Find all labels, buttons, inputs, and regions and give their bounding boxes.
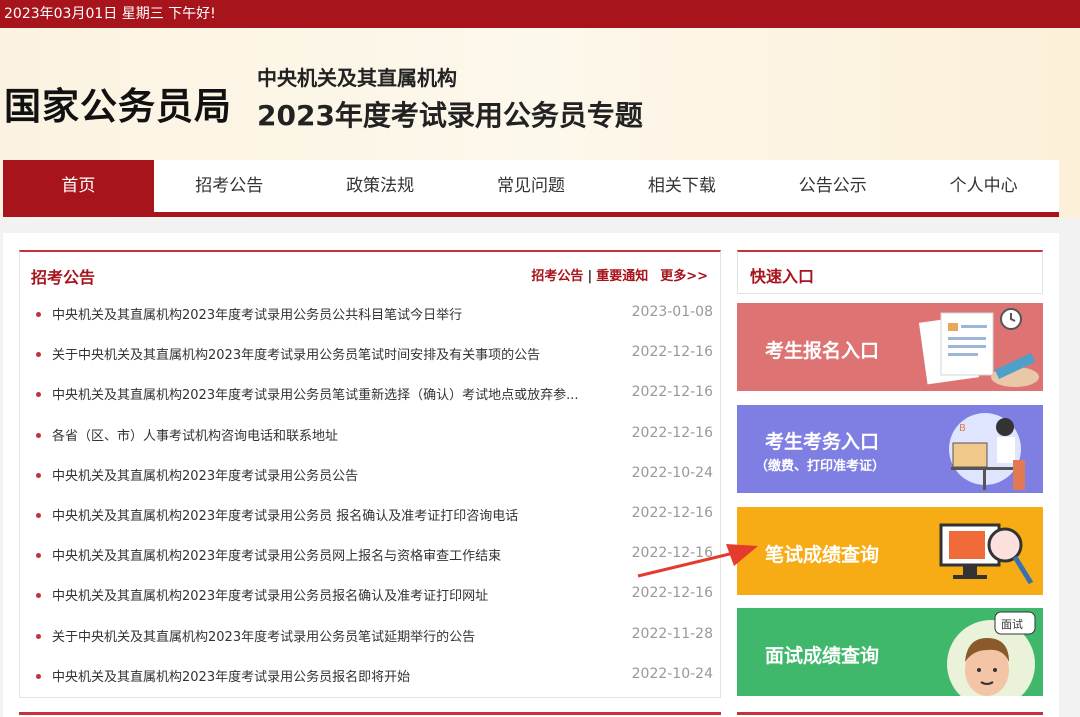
panel-title: 招考公告: [31, 268, 96, 287]
more-link[interactable]: 更多>>: [660, 269, 708, 284]
news-title[interactable]: 关于中央机关及其直属机构2023年度考试录用公务员笔试时间安排及有关事项的公告: [52, 344, 612, 363]
bullet-icon: [36, 352, 41, 358]
red-arrow-icon: [637, 544, 758, 578]
panel-links: 招考公告 | 重要通知 更多>>: [531, 265, 708, 284]
link-separator: |: [587, 269, 593, 284]
panel-bottom-border: [19, 712, 721, 715]
document-illustration-icon: [918, 308, 1039, 387]
news-title[interactable]: 中央机关及其直属机构2023年度考试录用公务员网上报名与资格审查工作结束: [52, 545, 612, 564]
news-date: 2022-10-24: [631, 464, 713, 481]
list-item: 中央机关及其直属机构2023年度考试录用公务员公告 2022-10-24: [33, 465, 713, 505]
bullet-icon: [36, 312, 41, 317]
news-date: 2022-12-16: [631, 384, 713, 401]
card-label: 考生报名入口: [765, 340, 880, 362]
card-label: 面试成绩查询: [765, 645, 880, 667]
interview-badge-text: 面试: [1001, 618, 1023, 631]
list-item: 中央机关及其直属机构2023年度考试录用公务员报名即将开始 2022-10-24: [33, 666, 713, 706]
news-date: 2022-12-16: [631, 504, 713, 521]
written-score-query-entry[interactable]: 笔试成绩查询: [737, 507, 1043, 595]
interview-score-query-entry[interactable]: 面试成绩查询 面试: [737, 608, 1043, 696]
date-text: 2023年03月01日 星期三 下午好!: [4, 6, 216, 22]
news-title[interactable]: 关于中央机关及其直属机构2023年度考试录用公务员笔试延期举行的公告: [52, 626, 612, 645]
quick-entry-title: 快速入口: [750, 267, 815, 286]
news-title[interactable]: 中央机关及其直属机构2023年度考试录用公务员公共科目笔试今日举行: [52, 304, 612, 323]
bullet-icon: [36, 553, 41, 559]
top-date-bar: 2023年03月01日 星期三 下午好!: [0, 0, 1080, 28]
news-date: 2022-12-16: [631, 424, 713, 441]
nav-item-downloads[interactable]: 相关下载: [606, 160, 757, 212]
news-list: 中央机关及其直属机构2023年度考试录用公务员公共科目笔试今日举行 2023-01…: [33, 304, 713, 706]
link-recruitment[interactable]: 招考公告: [531, 269, 583, 284]
bullet-icon: [36, 633, 41, 639]
bullet-icon: [36, 673, 41, 679]
computer-magnifier-icon: [939, 523, 1034, 585]
link-important-notice[interactable]: 重要通知: [596, 269, 648, 284]
card-label: 笔试成绩查询: [765, 544, 880, 566]
news-date: 2022-12-16: [631, 585, 713, 602]
exam-affairs-entry[interactable]: 考生考务入口 （缴费、打印准考证） B: [737, 405, 1043, 493]
nav-item-faq[interactable]: 常见问题: [456, 160, 607, 212]
quick-entry-header: 快速入口: [737, 250, 1043, 294]
list-item: 中央机关及其直属机构2023年度考试录用公务员公共科目笔试今日举行 2023-01…: [33, 304, 713, 344]
news-date: 2022-11-28: [631, 625, 713, 642]
list-item: 中央机关及其直属机构2023年度考试录用公务员网上报名与资格审查工作结束 2022…: [33, 545, 713, 585]
list-item: 中央机关及其直属机构2023年度考试录用公务员笔试重新选择（确认）考试地点或放弃…: [33, 384, 713, 424]
main-nav: 首页 招考公告 政策法规 常见问题 相关下载 公告公示 个人中心: [3, 160, 1059, 217]
news-date: 2023-01-08: [631, 304, 713, 320]
announcement-panel: 招考公告 招考公告 | 重要通知 更多>> 中央机关及其直属机构2023年度考试录用公…: [19, 250, 721, 698]
bullet-icon: [36, 593, 41, 599]
nav-item-recruitment[interactable]: 招考公告: [154, 160, 305, 212]
bullet-icon: [36, 512, 41, 518]
nav-item-home[interactable]: 首页: [3, 160, 154, 212]
nav-item-notices[interactable]: 公告公示: [757, 160, 908, 212]
nav-item-policy[interactable]: 政策法规: [305, 160, 456, 212]
card-label: 考生考务入口: [765, 431, 880, 453]
list-item: 中央机关及其直属机构2023年度考试录用公务员报名确认及准考证打印网址 2022-…: [33, 585, 713, 625]
news-title[interactable]: 中央机关及其直属机构2023年度考试录用公务员 报名确认及准考证打印咨询电话: [52, 505, 612, 524]
student-desk-icon: B: [949, 413, 1025, 490]
news-title[interactable]: 中央机关及其直属机构2023年度考试录用公务员报名确认及准考证打印网址: [52, 585, 612, 604]
site-brand: 国家公务员局: [4, 85, 232, 128]
interview-person-icon: 面试: [947, 611, 1036, 696]
bullet-icon: [36, 432, 41, 438]
list-item: 关于中央机关及其直属机构2023年度考试录用公务员笔试延期举行的公告 2022-1…: [33, 626, 713, 666]
news-title[interactable]: 各省（区、市）人事考试机构咨询电话和联系地址: [52, 425, 612, 444]
list-item: 关于中央机关及其直属机构2023年度考试录用公务员笔试时间安排及有关事项的公告 2…: [33, 344, 713, 384]
news-title[interactable]: 中央机关及其直属机构2023年度考试录用公务员笔试重新选择（确认）考试地点或放弃…: [52, 384, 612, 403]
list-item: 各省（区、市）人事考试机构咨询电话和联系地址 2022-12-16: [33, 425, 713, 465]
exam-registration-entry[interactable]: 考生报名入口: [737, 303, 1043, 391]
news-date: 2022-12-16: [631, 344, 713, 361]
nav-item-personal[interactable]: 个人中心: [908, 160, 1059, 212]
card-sublabel: （缴费、打印准考证）: [755, 459, 886, 474]
header-title: 2023年度考试录用公务员专题: [257, 99, 643, 132]
news-date: 2022-10-24: [631, 665, 713, 682]
news-title[interactable]: 中央机关及其直属机构2023年度考试录用公务员公告: [52, 465, 612, 484]
list-item: 中央机关及其直属机构2023年度考试录用公务员 报名确认及准考证打印咨询电话 20…: [33, 505, 713, 545]
bullet-icon: [36, 472, 41, 478]
bullet-icon: [36, 392, 41, 398]
news-title[interactable]: 中央机关及其直属机构2023年度考试录用公务员报名即将开始: [52, 666, 612, 685]
header-subtitle: 中央机关及其直属机构: [257, 66, 457, 90]
svg-text:B: B: [959, 423, 966, 434]
quick-bottom-border: [737, 712, 1043, 715]
